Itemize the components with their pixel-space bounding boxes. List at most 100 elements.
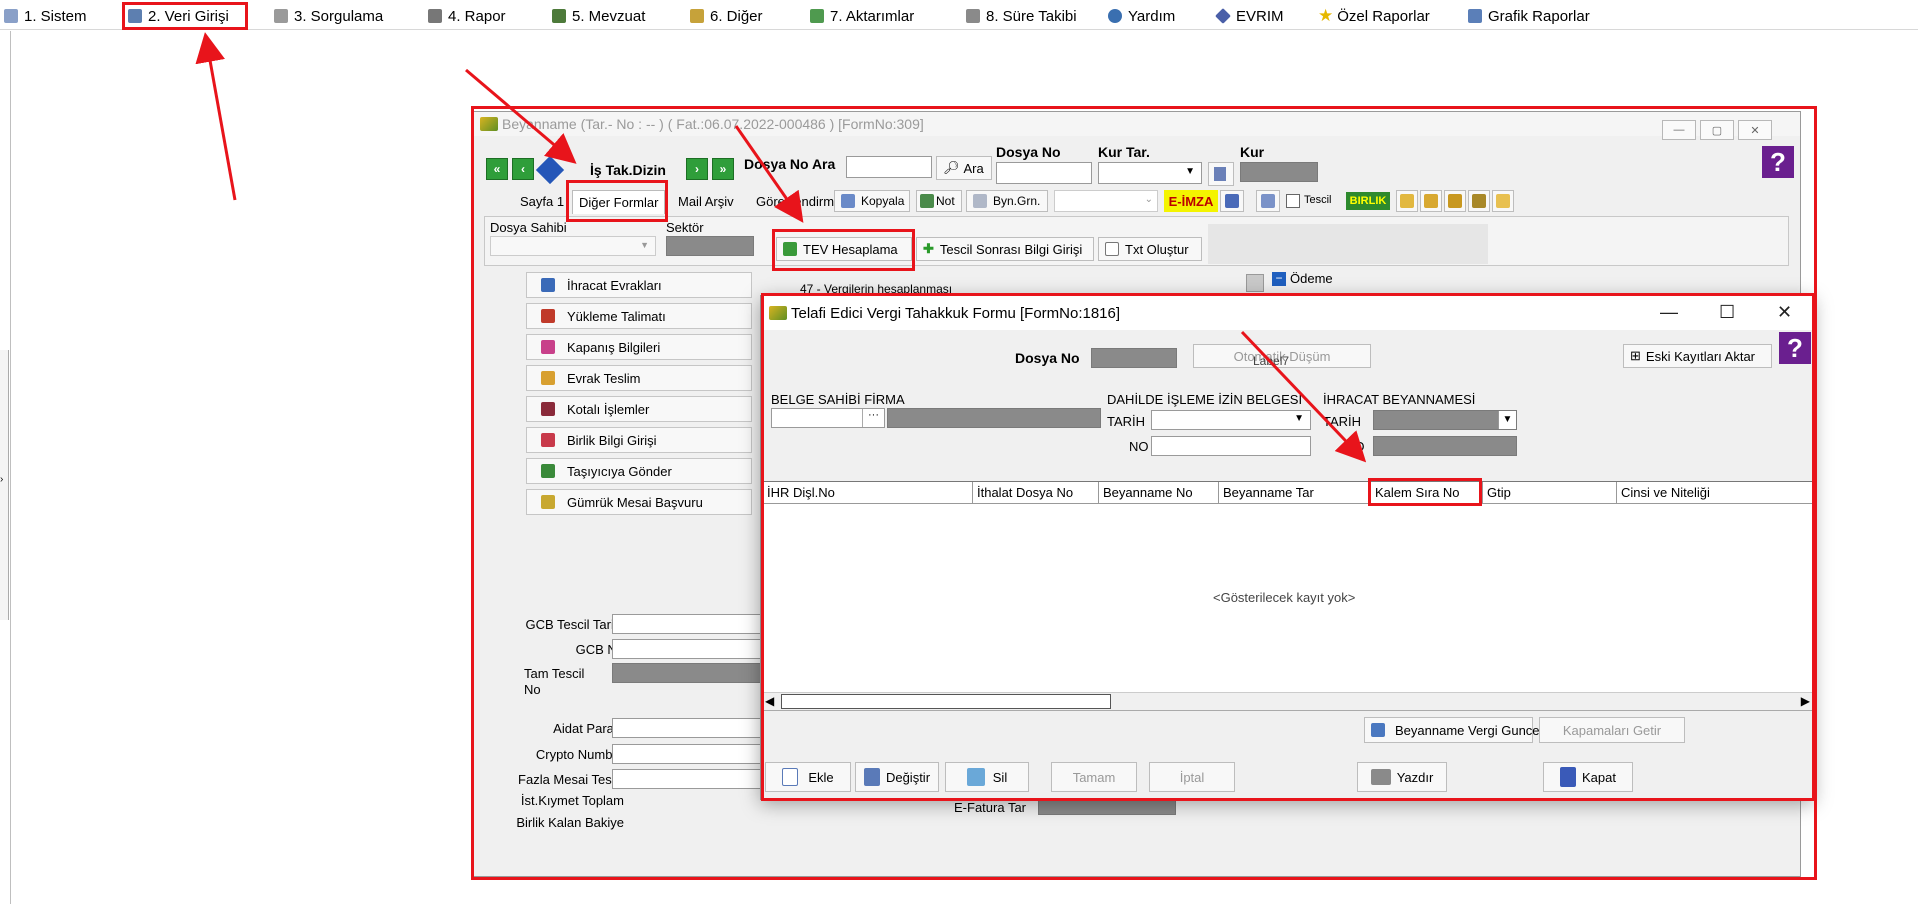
last-record-button[interactable]: » [712, 158, 734, 180]
search-folder-button[interactable] [1468, 190, 1490, 212]
menu-yardim[interactable]: Yardım [1108, 6, 1175, 26]
tasiyiciya-gonder-button[interactable]: Taşıyıcıya Gönder [526, 458, 752, 484]
tev-records-grid[interactable]: İHR Dişl.No İthalat Dosya No Beyanname N… [763, 481, 1812, 711]
dosya-sahibi-select[interactable]: ▼ [490, 236, 656, 256]
dahilde-tarih-select[interactable]: ▼ [1151, 410, 1311, 430]
scroll-right-icon[interactable]: ▶ [1801, 694, 1810, 708]
evrak-teslim-button[interactable]: Evrak Teslim [526, 365, 752, 391]
export-folder-button[interactable] [1444, 190, 1466, 212]
kopyala-button[interactable]: Kopyala [834, 190, 910, 212]
column-header[interactable]: Beyanname No [1099, 482, 1219, 504]
scroll-left-icon[interactable]: ◀ [765, 694, 774, 708]
tamam-button[interactable]: Tamam [1051, 762, 1137, 792]
iptal-button[interactable]: İptal [1149, 762, 1235, 792]
column-header[interactable]: Gtip [1483, 482, 1617, 504]
menu-mevzuat[interactable]: 5. Mevzuat [552, 6, 645, 26]
birlik-button[interactable]: BIRLIK [1346, 192, 1390, 210]
column-header[interactable]: Beyanname Tar [1219, 482, 1371, 504]
tab-diger-formlar[interactable]: Diğer Formlar [572, 190, 666, 214]
dosya-no-ara-input[interactable] [846, 156, 932, 178]
fazla-mesai-tescil-input[interactable] [612, 769, 762, 789]
sil-button[interactable]: Sil [945, 762, 1029, 792]
scroll-thumb[interactable] [781, 694, 1111, 709]
menu-grafik-raporlar[interactable]: Grafik Raporlar [1468, 6, 1590, 26]
close-button[interactable]: ✕ [1738, 120, 1772, 140]
tescil-checkbox[interactable] [1286, 194, 1300, 208]
kapamalari-getir-button[interactable]: Kapamaları Getir [1539, 717, 1685, 743]
menu-rapor[interactable]: 4. Rapor [428, 6, 506, 26]
tescil-sonrasi-button[interactable]: ✚ Tescil Sonrası Bilgi Girişi [916, 237, 1094, 261]
gcb-tescil-tarihi-input[interactable] [612, 614, 762, 634]
txt-olustur-button[interactable]: Txt Oluştur [1098, 237, 1202, 261]
birlik-bilgi-girisi-button[interactable]: Birlik Bilgi Girişi [526, 427, 752, 453]
kur-label: Kur [1240, 144, 1265, 160]
ellipsis-button[interactable]: ··· [862, 409, 884, 427]
kapanis-bilgileri-button[interactable]: Kapanış Bilgileri [526, 334, 752, 360]
kotali-islemler-button[interactable]: Kotalı İşlemler [526, 396, 752, 422]
column-header[interactable]: İthalat Dosya No [973, 482, 1099, 504]
prev-record-button[interactable]: ‹ [512, 158, 534, 180]
kapat-button[interactable]: Kapat [1543, 762, 1633, 792]
eski-kayitlari-aktar-button[interactable]: ⊞ Eski Kayıtları Aktar [1623, 344, 1772, 368]
info-icon[interactable] [535, 155, 565, 185]
dosya-no-input[interactable] [996, 162, 1092, 184]
ekle-button[interactable]: Ekle [765, 762, 851, 792]
e-imza-button[interactable]: E-İMZA [1164, 190, 1218, 212]
usb-button[interactable] [1220, 190, 1244, 212]
tab-sayfa-1[interactable]: Sayfa 1 [514, 190, 570, 214]
horizontal-scrollbar[interactable]: ◀ ▶ [763, 692, 1812, 710]
column-header[interactable]: Cinsi ve Niteliği [1617, 482, 1812, 504]
menu-sure-takibi[interactable]: 8. Süre Takibi [966, 6, 1077, 26]
gumruk-mesai-basvuru-button[interactable]: Gümrük Mesai Başvuru [526, 489, 752, 515]
magnifier-icon: 🔎︎ [943, 160, 960, 175]
not-button[interactable]: Not [916, 190, 962, 212]
menu-evrim[interactable]: EVRIM [1215, 6, 1284, 26]
dahilde-no-input[interactable] [1151, 436, 1311, 456]
help-button[interactable]: ? [1762, 146, 1794, 178]
menu-sorgulama[interactable]: 3. Sorgulama [274, 6, 383, 26]
menu-aktarimlar[interactable]: 7. Aktarımlar [810, 6, 914, 26]
gcb-tescil-tarihi-label: GCB Tescil Tarihi [525, 617, 625, 632]
doc-view-button[interactable] [1256, 190, 1280, 212]
upload-folder-button[interactable] [1420, 190, 1442, 212]
maximize-button[interactable]: ☐ [1719, 302, 1735, 323]
help-button[interactable]: ? [1779, 332, 1811, 364]
ara-button[interactable]: 🔎︎ Ara [936, 156, 992, 180]
calculator-button[interactable] [1208, 162, 1234, 186]
yazdir-button[interactable]: Yazdır [1357, 762, 1447, 792]
tev-hesaplama-button[interactable]: TEV Hesaplama [776, 237, 912, 261]
dosya-no-ara-label: Dosya No Ara [744, 156, 836, 172]
yukleme-talimati-button[interactable]: Yükleme Talimatı [526, 303, 752, 329]
maximize-button[interactable]: ▢ [1700, 120, 1734, 140]
menu-veri-girisi[interactable]: 2. Veri Girişi [128, 6, 229, 26]
minimize-button[interactable]: — [1660, 302, 1678, 323]
folder-open-button[interactable] [1492, 190, 1514, 212]
kur-tar-select[interactable]: ▼ [1098, 162, 1202, 184]
beyanname-vergi-guncelle-button[interactable]: Beyanname Vergi Guncelle [1364, 717, 1553, 743]
next-record-button[interactable]: › [686, 158, 708, 180]
menu-sistem[interactable]: 1. Sistem [4, 6, 87, 26]
collapse-icon[interactable]: − [1272, 272, 1286, 286]
ihracat-beyannamesi-label: İHRACAT BEYANNAMESİ [1323, 392, 1476, 407]
degistir-button[interactable]: Değiştir [855, 762, 939, 792]
close-button[interactable]: ✕ [1777, 302, 1792, 323]
menu-diger[interactable]: 6. Diğer [690, 6, 763, 26]
belge-sahibi-code-input[interactable]: ··· [771, 408, 885, 428]
left-panel-handle[interactable]: › [0, 350, 9, 620]
toolbar-select[interactable]: ⌄ [1054, 190, 1158, 212]
menu-ozel-raporlar[interactable]: ★ Özel Raporlar [1318, 6, 1430, 26]
ihracat-evraklari-button[interactable]: İhracat Evrakları [526, 272, 752, 298]
column-header[interactable]: Kalem Sıra No [1371, 482, 1483, 504]
usb-icon [1225, 194, 1239, 208]
tab-mail-arsiv[interactable]: Mail Arşiv [672, 190, 740, 214]
aidat-parasi-input[interactable] [612, 718, 762, 738]
crypto-number-input[interactable] [612, 744, 762, 764]
open-folder-button[interactable] [1396, 190, 1418, 212]
first-record-button[interactable]: « [486, 158, 508, 180]
byn-grn-button[interactable]: Byn.Grn. [966, 190, 1048, 212]
column-header[interactable]: İHR Dişl.No [763, 482, 973, 504]
sistem-icon [4, 9, 18, 23]
minimize-button[interactable]: — [1662, 120, 1696, 140]
tab-gorevlendirme[interactable]: Görevlendirme [750, 190, 842, 214]
gcb-no-input[interactable] [612, 639, 762, 659]
